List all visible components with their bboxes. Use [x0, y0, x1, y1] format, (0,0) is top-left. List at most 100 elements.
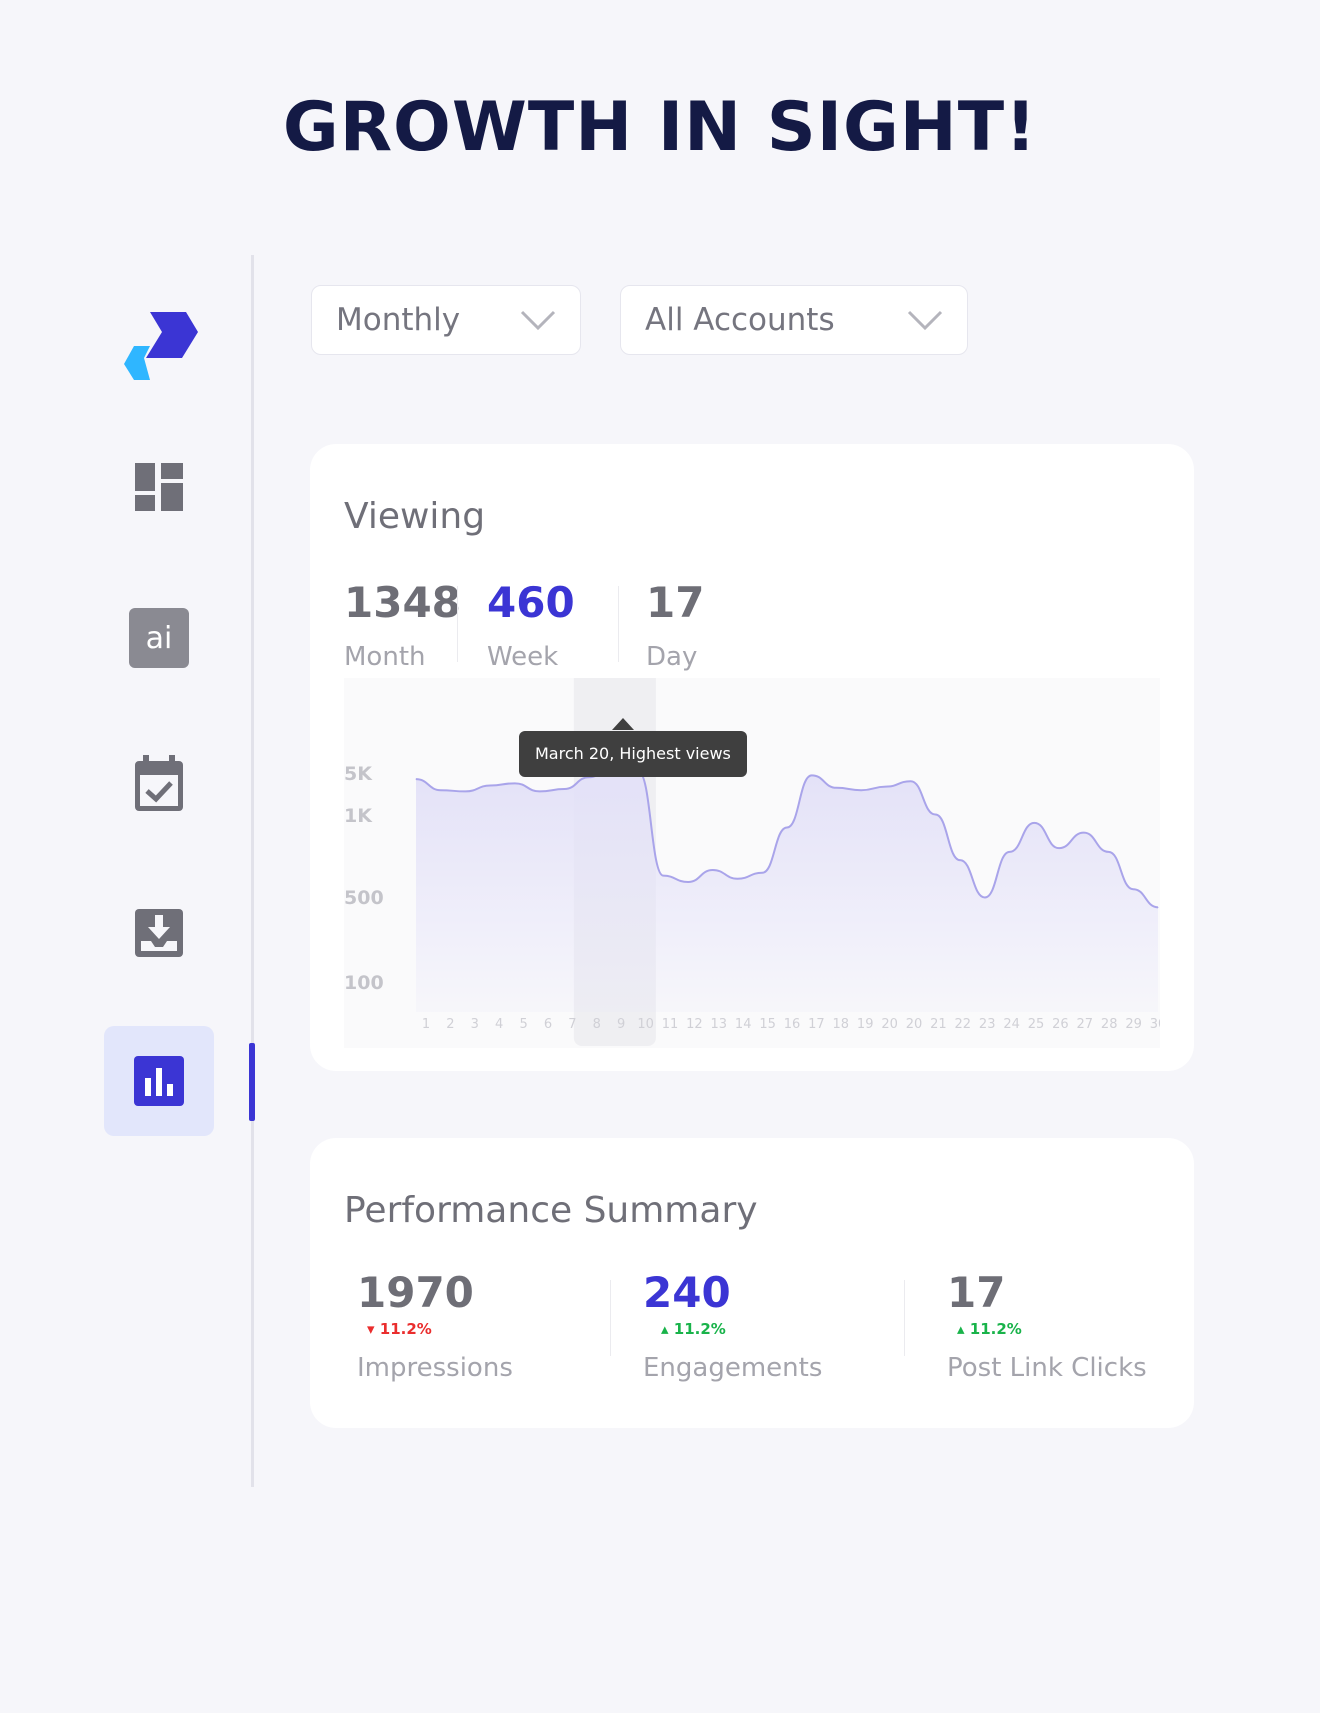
- metric-clicks-value: 17: [947, 1268, 1006, 1317]
- chart-data-point: [761, 872, 763, 874]
- y-tick-label: 1K: [344, 805, 373, 827]
- x-tick-label: 23: [979, 1017, 996, 1032]
- chart-data-point: [1157, 906, 1159, 908]
- chart-data-point: [885, 786, 887, 788]
- x-tick-label: 15: [759, 1017, 776, 1032]
- dashboard-icon: [135, 463, 183, 511]
- performance-title: Performance Summary: [344, 1190, 758, 1231]
- calendar-check-icon: [135, 755, 183, 811]
- x-tick-label: 18: [833, 1017, 850, 1032]
- chart-data-point: [959, 859, 961, 861]
- chevron-down-icon: [907, 310, 943, 331]
- x-tick-label: 16: [784, 1017, 801, 1032]
- page-headline: GROWTH IN SIGHT!: [282, 88, 1038, 167]
- delta-up-badge: ▴ 11.2%: [957, 1320, 1022, 1338]
- chart-data-point: [811, 774, 813, 776]
- x-tick-label: 19: [857, 1017, 874, 1032]
- x-tick-label: 11: [662, 1017, 679, 1032]
- x-tick-label: 6: [544, 1017, 552, 1032]
- stat-divider: [457, 586, 458, 662]
- period-dropdown[interactable]: Monthly: [311, 285, 581, 355]
- inbox-download-icon: [135, 909, 183, 957]
- metric-post-link-clicks: 17 ▴ 11.2% Post Link Clicks: [947, 1268, 1147, 1384]
- accounts-dropdown-value: All Accounts: [645, 302, 835, 338]
- chart-data-point: [835, 787, 837, 789]
- chart-data-point: [1058, 847, 1060, 849]
- chevron-down-icon: [520, 310, 556, 331]
- metric-divider: [904, 1280, 905, 1356]
- sidebar-item-calendar[interactable]: [104, 728, 214, 838]
- metric-engagements: 240 ▴ 11.2% Engagements: [643, 1268, 823, 1384]
- chart-data-point: [934, 814, 936, 816]
- x-tick-label: 20: [881, 1017, 898, 1032]
- stat-month: 1348 Month: [344, 578, 461, 673]
- chart-data-point: [464, 790, 466, 792]
- sidebar-item-dashboard[interactable]: [104, 432, 214, 542]
- sidebar-divider: [251, 255, 254, 1487]
- chart-data-point: [539, 790, 541, 792]
- metric-impressions-delta: 11.2%: [379, 1320, 432, 1338]
- sidebar-active-indicator: [249, 1043, 255, 1121]
- x-tick-label: 2: [446, 1017, 454, 1032]
- bar-chart-icon: [134, 1056, 184, 1106]
- tooltip-arrow: [612, 718, 634, 730]
- x-tick-label: 30: [1150, 1017, 1160, 1032]
- sidebar-item-inbox[interactable]: [104, 878, 214, 988]
- x-tick-label: 1: [422, 1017, 430, 1032]
- chart-data-point: [440, 789, 442, 791]
- ai-icon: ai: [129, 608, 189, 668]
- stat-week-value: 460: [487, 578, 575, 627]
- chart-data-point: [1108, 851, 1110, 853]
- x-tick-label: 29: [1125, 1017, 1142, 1032]
- x-tick-label: 24: [1003, 1017, 1020, 1032]
- viewing-title: Viewing: [344, 496, 486, 537]
- metric-impressions-value: 1970: [357, 1268, 474, 1317]
- delta-up-badge: ▴ 11.2%: [661, 1320, 726, 1338]
- metric-impressions: 1970 ▾ 11.2% Impressions: [357, 1268, 513, 1384]
- viewing-card: Viewing 1348 Month 460 Week 17 Day 5K 1K 5…: [310, 444, 1194, 1071]
- accounts-dropdown[interactable]: All Accounts: [620, 285, 968, 355]
- chart-data-point: [1009, 851, 1011, 853]
- metric-impressions-label: Impressions: [357, 1353, 513, 1383]
- chart-data-point: [489, 785, 491, 787]
- chart-data-point: [1083, 832, 1085, 834]
- metric-engagements-delta: 11.2%: [673, 1320, 726, 1338]
- metric-clicks-label: Post Link Clicks: [947, 1353, 1147, 1383]
- chart-data-point: [712, 869, 714, 871]
- stat-month-label: Month: [344, 642, 426, 672]
- stat-week: 460 Week: [487, 578, 575, 673]
- chart-data-point: [415, 778, 417, 780]
- delta-down-badge: ▾ 11.2%: [367, 1320, 432, 1338]
- stat-month-value: 1348: [344, 578, 461, 627]
- x-tick-label: 5: [519, 1017, 527, 1032]
- x-tick-label: 13: [711, 1017, 728, 1032]
- chart-data-point: [687, 881, 689, 883]
- stat-day-label: Day: [646, 642, 698, 672]
- chart-tooltip: March 20, Highest views: [519, 731, 747, 777]
- x-tick-label: 26: [1052, 1017, 1069, 1032]
- x-tick-label: 25: [1028, 1017, 1045, 1032]
- x-tick-label: 14: [735, 1017, 752, 1032]
- metric-engagements-value: 240: [643, 1268, 731, 1317]
- period-dropdown-value: Monthly: [336, 302, 461, 338]
- stat-day: 17 Day: [646, 578, 705, 673]
- x-tick-label: 7: [568, 1017, 576, 1032]
- chart-data-point: [1033, 822, 1035, 824]
- chart-data-point: [563, 788, 565, 790]
- brand-logo-icon: [124, 312, 198, 380]
- performance-summary-card: Performance Summary 1970 ▾ 11.2% Impressi…: [310, 1138, 1194, 1428]
- metric-clicks-delta: 11.2%: [969, 1320, 1022, 1338]
- x-tick-label: 9: [617, 1017, 625, 1032]
- chart-data-point: [860, 789, 862, 791]
- sidebar-item-ai[interactable]: ai: [104, 583, 214, 693]
- chart-data-point: [786, 827, 788, 829]
- sidebar-item-analytics[interactable]: [104, 1026, 214, 1136]
- x-tick-label: 21: [930, 1017, 947, 1032]
- viewing-area-chart: 5K1K5001001 2 3 4 5 6 7 8 9 10 11 12 13 14 15 16 17 18 19 2…: [344, 678, 1160, 1048]
- x-tick-label: 4: [495, 1017, 503, 1032]
- stat-day-value: 17: [646, 578, 705, 627]
- x-tick-label: 12: [686, 1017, 703, 1032]
- y-tick-label: 100: [344, 972, 384, 994]
- chart-data-point: [1132, 888, 1134, 890]
- metric-engagements-label: Engagements: [643, 1353, 823, 1383]
